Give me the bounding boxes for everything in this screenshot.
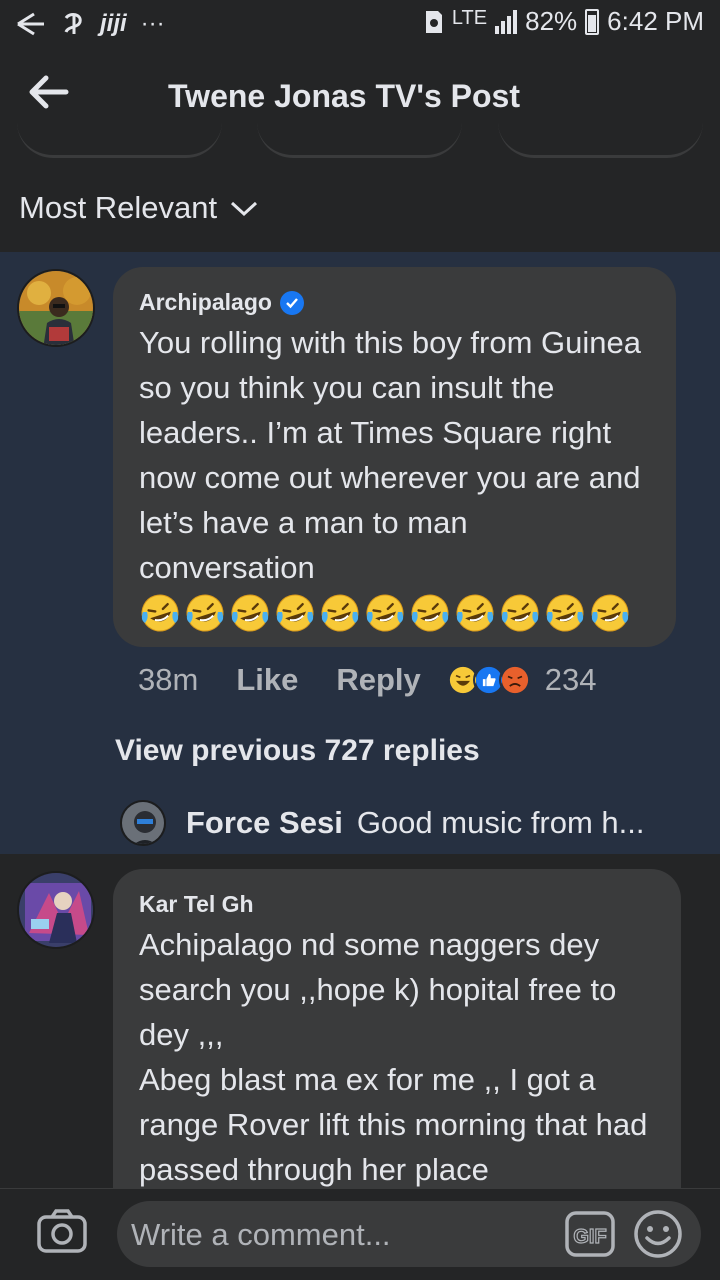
comment-input[interactable]: Write a comment... GIF bbox=[117, 1201, 701, 1267]
gif-icon[interactable]: GIF bbox=[565, 1211, 615, 1257]
comment-bubble[interactable]: Archipalago You rolling with this boy fr… bbox=[113, 267, 676, 647]
chevron-down-icon bbox=[231, 201, 258, 217]
verified-badge-icon bbox=[279, 290, 304, 315]
back-arrow-icon[interactable] bbox=[28, 72, 72, 112]
clock: 6:42 PM bbox=[607, 6, 704, 36]
latest-reply-preview[interactable]: Force Sesi Good music from h... bbox=[120, 800, 645, 846]
laughing-tears-emoji-icon bbox=[141, 594, 179, 632]
comment-thread: Archipalago You rolling with this boy fr… bbox=[0, 252, 720, 854]
laughing-tears-emoji-icon bbox=[546, 594, 584, 632]
comment-actions: 38m Like Reply 234 bbox=[138, 662, 597, 698]
laughing-tears-emoji-icon bbox=[591, 594, 629, 632]
status-bar: jiji ··· LTE 82% 6:42 PM bbox=[0, 0, 720, 48]
laughing-tears-emoji-icon bbox=[366, 594, 404, 632]
back-arrow-status-icon bbox=[17, 12, 44, 36]
laughing-tears-emoji-icon bbox=[321, 594, 359, 632]
reaction-count: 234 bbox=[544, 662, 597, 697]
battery-percent: 82% bbox=[525, 6, 578, 36]
sim-icon bbox=[425, 10, 442, 33]
network-type: LTE bbox=[451, 6, 488, 29]
more-dots-icon: ··· bbox=[140, 10, 165, 37]
comment-text: Achipalago nd some naggers dey search yo… bbox=[139, 927, 648, 1187]
avatar[interactable] bbox=[17, 269, 95, 347]
laughing-tears-emoji-icon bbox=[456, 594, 494, 632]
reaction-tab-1[interactable] bbox=[17, 122, 222, 158]
camera-icon[interactable] bbox=[36, 1207, 88, 1255]
reply-author[interactable]: Force Sesi bbox=[186, 805, 343, 841]
laughing-emoji-row bbox=[139, 592, 650, 634]
view-previous-replies-link[interactable]: View previous 727 replies bbox=[115, 734, 480, 768]
page-title: Twene Jonas TV's Post bbox=[168, 78, 520, 114]
comment-placeholder: Write a comment... bbox=[131, 1217, 391, 1252]
laughing-tears-emoji-icon bbox=[501, 594, 539, 632]
signal-icon bbox=[495, 9, 518, 34]
comment-author[interactable]: Kar Tel Gh bbox=[139, 891, 254, 918]
emoji-picker-icon[interactable] bbox=[633, 1209, 683, 1259]
gif-label: GIF bbox=[573, 1226, 606, 1248]
comment-time: 38m bbox=[138, 662, 199, 697]
comment-text: You rolling with this boy from Guinea so… bbox=[139, 325, 650, 585]
reply-avatar[interactable] bbox=[120, 800, 166, 846]
jiji-app-icon: jiji bbox=[100, 10, 127, 37]
laughing-tears-emoji-icon bbox=[231, 594, 269, 632]
like-button[interactable]: Like bbox=[236, 662, 298, 698]
laughing-tears-emoji-icon bbox=[186, 594, 224, 632]
reply-button[interactable]: Reply bbox=[336, 662, 420, 698]
angry-reaction-icon bbox=[498, 664, 531, 696]
reaction-tab-2[interactable] bbox=[257, 122, 462, 158]
sort-dropdown[interactable]: Most Relevant bbox=[19, 190, 259, 226]
reaction-summary[interactable] bbox=[446, 664, 531, 696]
comment-thread: Kar Tel Gh Achipalago nd some naggers de… bbox=[0, 854, 720, 1249]
laughing-tears-emoji-icon bbox=[411, 594, 449, 632]
laughing-tears-emoji-icon bbox=[276, 594, 314, 632]
sort-label: Most Relevant bbox=[19, 190, 218, 225]
avatar[interactable] bbox=[17, 871, 95, 949]
reply-snippet: Good music from h... bbox=[356, 805, 645, 840]
comment-composer: Write a comment... GIF bbox=[0, 1188, 720, 1280]
comment-author[interactable]: Archipalago bbox=[139, 289, 272, 316]
bluetooth-like-icon bbox=[64, 13, 82, 34]
reaction-tab-3[interactable] bbox=[498, 122, 703, 158]
battery-icon bbox=[585, 8, 600, 35]
